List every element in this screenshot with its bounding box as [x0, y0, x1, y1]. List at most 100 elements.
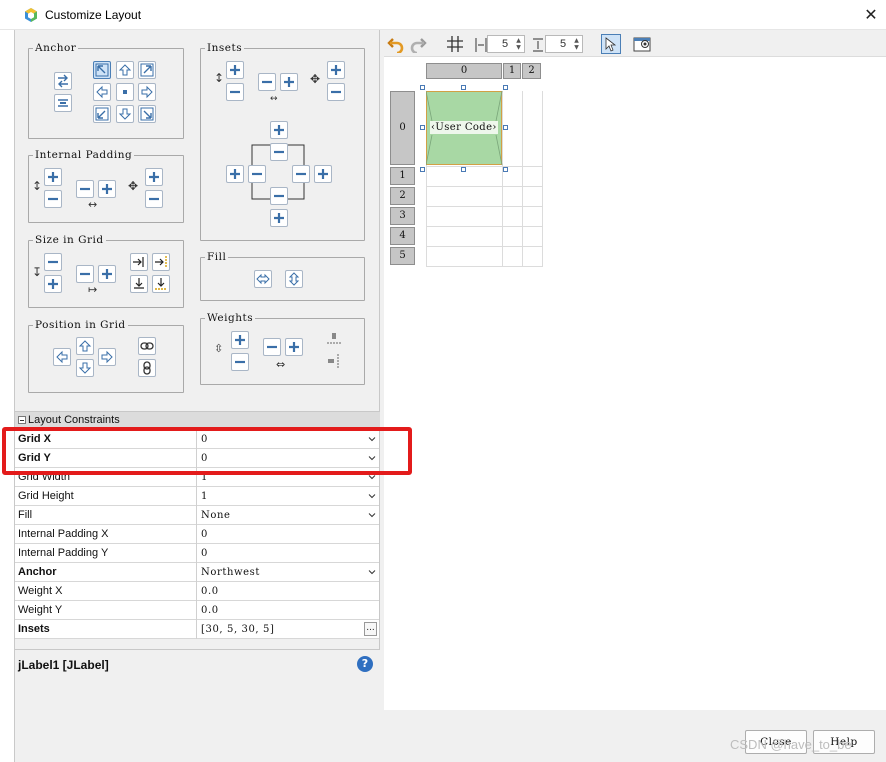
property-row-fill[interactable]: Fill None: [15, 506, 379, 525]
undo-icon[interactable]: [387, 35, 405, 53]
column-header[interactable]: 0: [426, 63, 502, 79]
anchor-south-button[interactable]: [116, 105, 134, 123]
help-icon[interactable]: ?: [357, 656, 373, 672]
padding-all-minus-button[interactable]: [145, 190, 163, 208]
component-label[interactable]: ‹User Code›: [430, 121, 498, 134]
anchor-west-button[interactable]: [93, 83, 111, 101]
property-value[interactable]: 0: [201, 544, 208, 563]
insets-top-plus-button[interactable]: [226, 61, 244, 79]
resize-handle[interactable]: [461, 167, 466, 172]
move-right-button[interactable]: [98, 348, 116, 366]
grid-width-minus-button[interactable]: [76, 265, 94, 283]
insets-horizontal-minus-button[interactable]: [258, 73, 276, 91]
insets-bottom-inner-minus-button[interactable]: [270, 187, 288, 205]
column-header[interactable]: 2: [522, 63, 541, 79]
row-header[interactable]: 1: [390, 167, 415, 185]
padding-x-minus-button[interactable]: [76, 180, 94, 198]
property-value[interactable]: Northwest: [201, 563, 260, 582]
property-value[interactable]: None: [201, 506, 231, 525]
property-value[interactable]: 1: [201, 487, 208, 506]
insets-horizontal-plus-button[interactable]: [280, 73, 298, 91]
padding-y-minus-button[interactable]: [44, 190, 62, 208]
spinner-arrows-icon[interactable]: ▲ ▼: [514, 37, 523, 51]
grid-height-plus-button[interactable]: [44, 275, 62, 293]
padding-x-plus-button[interactable]: [98, 180, 116, 198]
anchor-north-button[interactable]: [116, 61, 134, 79]
spinner-arrows-icon[interactable]: ▲ ▼: [572, 37, 581, 51]
anchor-southwest-button[interactable]: [93, 105, 111, 123]
move-left-button[interactable]: [53, 348, 71, 366]
property-value[interactable]: 0: [201, 525, 208, 544]
row-header[interactable]: 2: [390, 187, 415, 205]
weight-y-plus-button[interactable]: [231, 331, 249, 349]
anchor-center-button[interactable]: [116, 83, 134, 101]
link-vertical-button[interactable]: [138, 359, 156, 377]
insets-top-outer-plus-button[interactable]: [270, 121, 288, 139]
row-header[interactable]: 3: [390, 207, 415, 225]
insets-right-outer-plus-button[interactable]: [314, 165, 332, 183]
row-header[interactable]: 5: [390, 247, 415, 265]
property-row-anchor[interactable]: Anchor Northwest: [15, 563, 379, 582]
chevron-down-icon[interactable]: [368, 492, 376, 500]
insets-bottom-outer-plus-button[interactable]: [270, 209, 288, 227]
insets-left-inner-minus-button[interactable]: [248, 165, 266, 183]
property-value[interactable]: 0.0: [201, 582, 219, 601]
insets-right-inner-minus-button[interactable]: [292, 165, 310, 183]
vertical-gap-spinner[interactable]: 5 ▲ ▼: [545, 35, 583, 53]
anchor-northwest-button[interactable]: [93, 61, 111, 79]
fill-vertical-button[interactable]: [285, 270, 303, 288]
fill-horizontal-button[interactable]: [254, 270, 272, 288]
insets-edit-button[interactable]: ...: [364, 622, 377, 636]
move-down-button[interactable]: [76, 359, 94, 377]
property-value[interactable]: [30, 5, 30, 5]: [201, 620, 274, 639]
property-row-grid-height[interactable]: Grid Height 1: [15, 487, 379, 506]
preview-icon[interactable]: [633, 35, 651, 53]
relative-vertical-button[interactable]: [152, 275, 170, 293]
resize-handle[interactable]: [420, 85, 425, 90]
redo-icon[interactable]: [409, 35, 427, 53]
move-up-button[interactable]: [76, 337, 94, 355]
property-row-weight-y[interactable]: Weight Y 0.0: [15, 601, 379, 620]
insets-all-minus-button[interactable]: [327, 83, 345, 101]
horizontal-gap-spinner[interactable]: 5 ▲ ▼: [487, 35, 525, 53]
property-value[interactable]: 0.0: [201, 601, 219, 620]
fill-remainder-horizontal-button[interactable]: [130, 253, 148, 271]
column-header[interactable]: 1: [503, 63, 521, 79]
weight-x-plus-button[interactable]: [285, 338, 303, 356]
property-row-internal-padding-y[interactable]: Internal Padding Y 0: [15, 544, 379, 563]
property-row-weight-x[interactable]: Weight X 0.0: [15, 582, 379, 601]
resize-handle[interactable]: [503, 125, 508, 130]
resize-handle[interactable]: [461, 85, 466, 90]
anchor-swap-horizontal-button[interactable]: [54, 72, 72, 90]
chevron-down-icon[interactable]: [368, 511, 376, 519]
anchor-baseline-button[interactable]: [54, 94, 72, 112]
anchor-southeast-button[interactable]: [138, 105, 156, 123]
collapse-icon[interactable]: [18, 416, 26, 424]
property-row-insets[interactable]: Insets [30, 5, 30, 5] ...: [15, 620, 379, 639]
insets-top-inner-minus-button[interactable]: [270, 143, 288, 161]
padding-all-plus-button[interactable]: [145, 168, 163, 186]
resize-handle[interactable]: [503, 167, 508, 172]
property-row-internal-padding-x[interactable]: Internal Padding X 0: [15, 525, 379, 544]
row-header[interactable]: 4: [390, 227, 415, 245]
close-window-icon[interactable]: ✕: [860, 4, 882, 26]
select-mode-icon[interactable]: [601, 34, 621, 54]
resize-handle[interactable]: [503, 85, 508, 90]
padding-y-plus-button[interactable]: [44, 168, 62, 186]
weight-y-minus-button[interactable]: [231, 353, 249, 371]
grid-width-plus-button[interactable]: [98, 265, 116, 283]
relative-horizontal-button[interactable]: [152, 253, 170, 271]
row-header[interactable]: 0: [390, 91, 415, 165]
anchor-northeast-button[interactable]: [138, 61, 156, 79]
insets-top-minus-button[interactable]: [226, 83, 244, 101]
anchor-east-button[interactable]: [138, 83, 156, 101]
fill-remainder-vertical-button[interactable]: [130, 275, 148, 293]
resize-handle[interactable]: [420, 167, 425, 172]
resize-handle[interactable]: [420, 125, 425, 130]
grid-lines-icon[interactable]: [446, 35, 464, 53]
chevron-down-icon[interactable]: [368, 568, 376, 576]
grid-height-minus-button[interactable]: [44, 253, 62, 271]
link-horizontal-button[interactable]: [138, 337, 156, 355]
weight-x-minus-button[interactable]: [263, 338, 281, 356]
insets-left-outer-plus-button[interactable]: [226, 165, 244, 183]
